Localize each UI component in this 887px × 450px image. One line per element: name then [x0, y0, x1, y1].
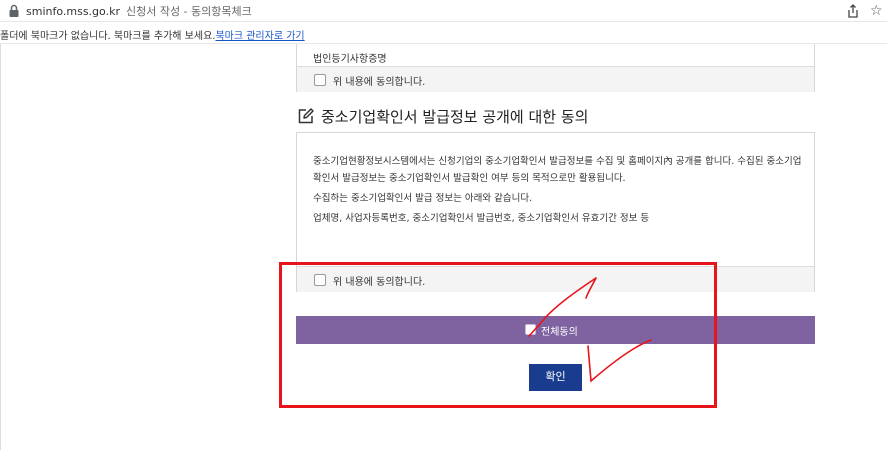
bookmark-manager-link[interactable]: 북마크 관리자로 가기 [215, 31, 304, 42]
share-icon[interactable] [846, 3, 860, 19]
previous-agree-checkbox[interactable] [314, 74, 326, 86]
document-item: 법인등기사항증명 [313, 54, 387, 65]
page-content: 법인등기사항증명 위 내용에 동의합니다. 중소기업확인서 발급정보 공개에 대… [0, 44, 887, 450]
consent-paragraph: 수집하는 중소기업확인서 발급 정보는 아래와 같습니다. [313, 193, 533, 204]
address-url[interactable]: sminfo.mss.go.kr 신청서 작성 - 동의항목체크 [26, 3, 252, 19]
annotation-highlight-box [279, 262, 717, 408]
bookmark-bar: 폴더에 북마크가 없습니다. 북마크를 추가해 보세요.북마크 관리자로 가기 [0, 22, 887, 44]
consent-paragraph: 중소기업현황정보시스템에서는 신청기업의 중소기업확인서 발급정보를 수집 및 … [313, 156, 802, 184]
page-title: 신청서 작성 - 동의항목체크 [125, 5, 252, 18]
bookmark-empty-message: 폴더에 북마크가 없습니다. 북마크를 추가해 보세요.북마크 관리자로 가기 [0, 31, 305, 42]
lock-icon [9, 4, 19, 17]
section-title: 중소기업확인서 발급정보 공개에 대한 동의 [321, 108, 589, 126]
consent-paragraph: 업체명, 사업자등록번호, 중소기업확인서 발급번호, 중소기업확인서 유효기간… [313, 213, 650, 224]
edit-icon [298, 108, 314, 124]
previous-agree-row[interactable]: 위 내용에 동의합니다. [297, 66, 814, 92]
browser-address-bar: sminfo.mss.go.kr 신청서 작성 - 동의항목체크 ☆ [0, 0, 887, 22]
previous-consent-box: 법인등기사항증명 위 내용에 동의합니다. [296, 44, 815, 92]
consent-text: 중소기업현황정보시스템에서는 신청기업의 중소기업확인서 발급정보를 수집 및 … [313, 153, 803, 230]
previous-agree-label: 위 내용에 동의합니다. [333, 77, 426, 88]
star-icon[interactable]: ☆ [870, 3, 883, 19]
